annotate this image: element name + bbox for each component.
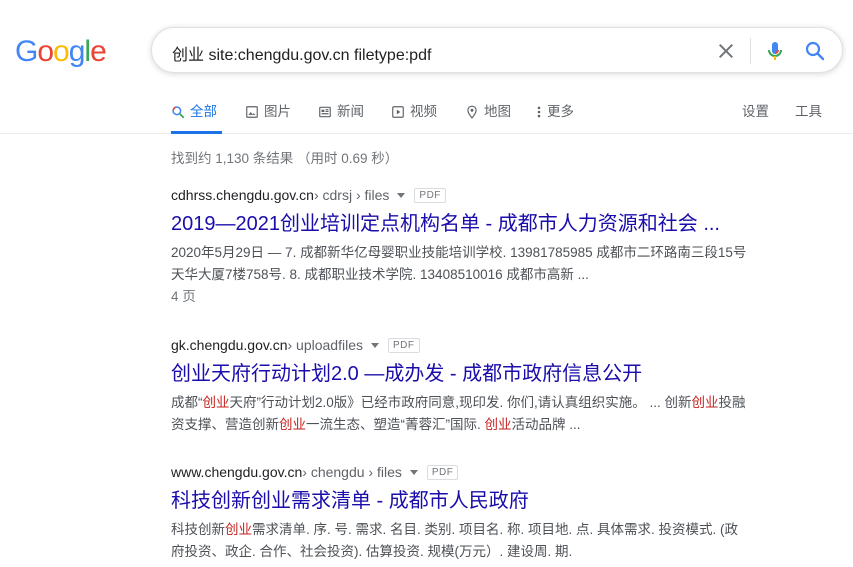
- settings-link[interactable]: 设置: [742, 104, 769, 134]
- search-box[interactable]: 创业 site:chengdu.gov.cn filetype:pdf: [151, 27, 843, 73]
- tools-label: 工具: [795, 104, 822, 119]
- logo-letter: o: [37, 35, 54, 68]
- snippet-highlight: 创业: [484, 417, 512, 432]
- snippet-text: 天府”行动计划2.0版》已经市政府同意,现印发. 你们,请认真组织实施。 ...…: [229, 395, 692, 410]
- microphone-icon[interactable]: [763, 39, 787, 63]
- result-path: › cdrsj › files: [313, 187, 390, 203]
- snippet-text: 投融: [718, 395, 746, 410]
- image-icon: [246, 106, 258, 118]
- result-domain: cdhrss.chengdu.gov.cn: [171, 187, 314, 203]
- result-title-link[interactable]: 创业天府行动计划2.0 —成办发 - 成都市政府信息公开: [171, 361, 781, 387]
- tab-label: 更多: [547, 104, 574, 119]
- result-title-link[interactable]: 2019—2021创业培训定点机构名单 - 成都市人力资源和社会 ...: [171, 211, 781, 237]
- search-divider: [750, 38, 751, 64]
- result-title-link[interactable]: 科技创新创业需求清单 - 成都市人民政府: [171, 488, 781, 514]
- logo-letter: e: [90, 35, 107, 68]
- result-path: › uploadfiles: [287, 337, 364, 353]
- snippet-highlight: 创业: [202, 395, 230, 410]
- snippet-highlight: 创业: [279, 417, 306, 432]
- snippet-text: 成都“: [171, 395, 203, 410]
- result-url[interactable]: cdhrss.chengdu.gov.cn › cdrsj › files PD…: [171, 186, 781, 204]
- snippet-line: 府投资、政企. 合作、社会投资). 估算投资. 规模(万元）. 建设周. 期.: [171, 544, 573, 559]
- result-path: › chengdu › files: [302, 464, 402, 480]
- snippet-line: 2020年5月29日 — 7. 成都新华亿母婴职业技能培训学校. 1398178…: [171, 245, 747, 260]
- search-icon: [172, 106, 185, 119]
- video-icon: [392, 106, 404, 118]
- search-result: gk.chengdu.gov.cn › uploadfiles PDF 创业天府…: [171, 336, 781, 436]
- tab-label: 全部: [190, 104, 217, 119]
- tab-images[interactable]: 图片: [245, 104, 291, 134]
- result-url[interactable]: www.chengdu.gov.cn › chengdu › files PDF: [171, 463, 781, 481]
- snippet-highlight: 创业: [691, 395, 719, 410]
- result-domain: gk.chengdu.gov.cn: [171, 337, 288, 353]
- menu-caret-icon[interactable]: [371, 342, 379, 348]
- tab-label: 地图: [484, 104, 511, 119]
- menu-caret-icon[interactable]: [409, 469, 418, 475]
- snippet-line: 天华大厦7楼758号. 8. 成都职业技术学院. 13408510016 成都市…: [171, 267, 589, 282]
- more-vert-icon: [537, 106, 541, 118]
- menu-caret-icon[interactable]: [397, 192, 406, 198]
- snippet-highlight: 创业: [225, 522, 252, 537]
- search-input[interactable]: 创业 site:chengdu.gov.cn filetype:pdf: [172, 41, 431, 65]
- snippet-text: 一流生态、塑造“菁蓉汇”国际.: [306, 417, 485, 432]
- tab-label: 图片: [264, 104, 291, 119]
- snippet-text: 科技创新: [171, 522, 225, 537]
- tab-label: 新闻: [337, 104, 364, 119]
- result-page-count: 4 页: [171, 289, 196, 304]
- result-snippet: 成都“创业天府”行动计划2.0版》已经市政府同意,现印发. 你们,请认真组织实施…: [171, 392, 781, 436]
- tab-videos[interactable]: 视频: [391, 104, 437, 134]
- snippet-line: 科技创新创业需求清单. 序. 号. 需求. 名目. 类别. 项目名. 称. 项目…: [171, 519, 781, 541]
- tab-label: 视频: [410, 104, 437, 119]
- tab-maps[interactable]: 地图: [465, 104, 511, 134]
- clear-icon[interactable]: [714, 39, 738, 63]
- search-result: www.chengdu.gov.cn › chengdu › files PDF…: [171, 463, 781, 563]
- file-type-badge: PDF: [388, 337, 420, 353]
- snippet-text: 资支撑、营造创新: [171, 417, 279, 432]
- tab-all[interactable]: 全部: [171, 104, 222, 134]
- logo-letter: G: [15, 35, 38, 68]
- search-tabs: 全部 图片 新闻 视频 地图 更多 设置 工具: [0, 98, 853, 134]
- file-type-badge: PDF: [414, 187, 446, 203]
- map-pin-icon: [467, 105, 477, 119]
- google-logo[interactable]: Google: [15, 35, 107, 69]
- news-icon: [319, 106, 331, 118]
- snippet-line: 资支撑、营造创新创业一流生态、塑造“菁蓉汇”国际. 创业活动品牌 ...: [171, 414, 781, 436]
- tab-news[interactable]: 新闻: [318, 104, 364, 134]
- result-url[interactable]: gk.chengdu.gov.cn › uploadfiles PDF: [171, 336, 781, 354]
- logo-letter: g: [68, 35, 86, 68]
- logo-letter: o: [53, 35, 70, 68]
- search-icon[interactable]: [803, 39, 827, 63]
- file-type-badge: PDF: [426, 464, 459, 480]
- snippet-line: 成都“创业天府”行动计划2.0版》已经市政府同意,现印发. 你们,请认真组织实施…: [171, 392, 781, 414]
- result-snippet: 科技创新创业需求清单. 序. 号. 需求. 名目. 类别. 项目名. 称. 项目…: [171, 519, 781, 563]
- snippet-text: 需求清单. 序. 号. 需求. 名目. 类别. 项目名. 称. 项目地. 点. …: [252, 522, 739, 537]
- result-domain: www.chengdu.gov.cn: [171, 464, 303, 480]
- settings-label: 设置: [742, 104, 769, 119]
- result-snippet: 2020年5月29日 — 7. 成都新华亿母婴职业技能培训学校. 1398178…: [171, 242, 781, 286]
- snippet-text: 活动品牌 ...: [511, 417, 581, 432]
- result-stats: 找到约 1,130 条结果 （用时 0.69 秒）: [171, 151, 399, 166]
- search-result: cdhrss.chengdu.gov.cn › cdrsj › files PD…: [171, 186, 781, 308]
- tab-more[interactable]: 更多: [536, 104, 574, 134]
- tools-link[interactable]: 工具: [795, 104, 822, 134]
